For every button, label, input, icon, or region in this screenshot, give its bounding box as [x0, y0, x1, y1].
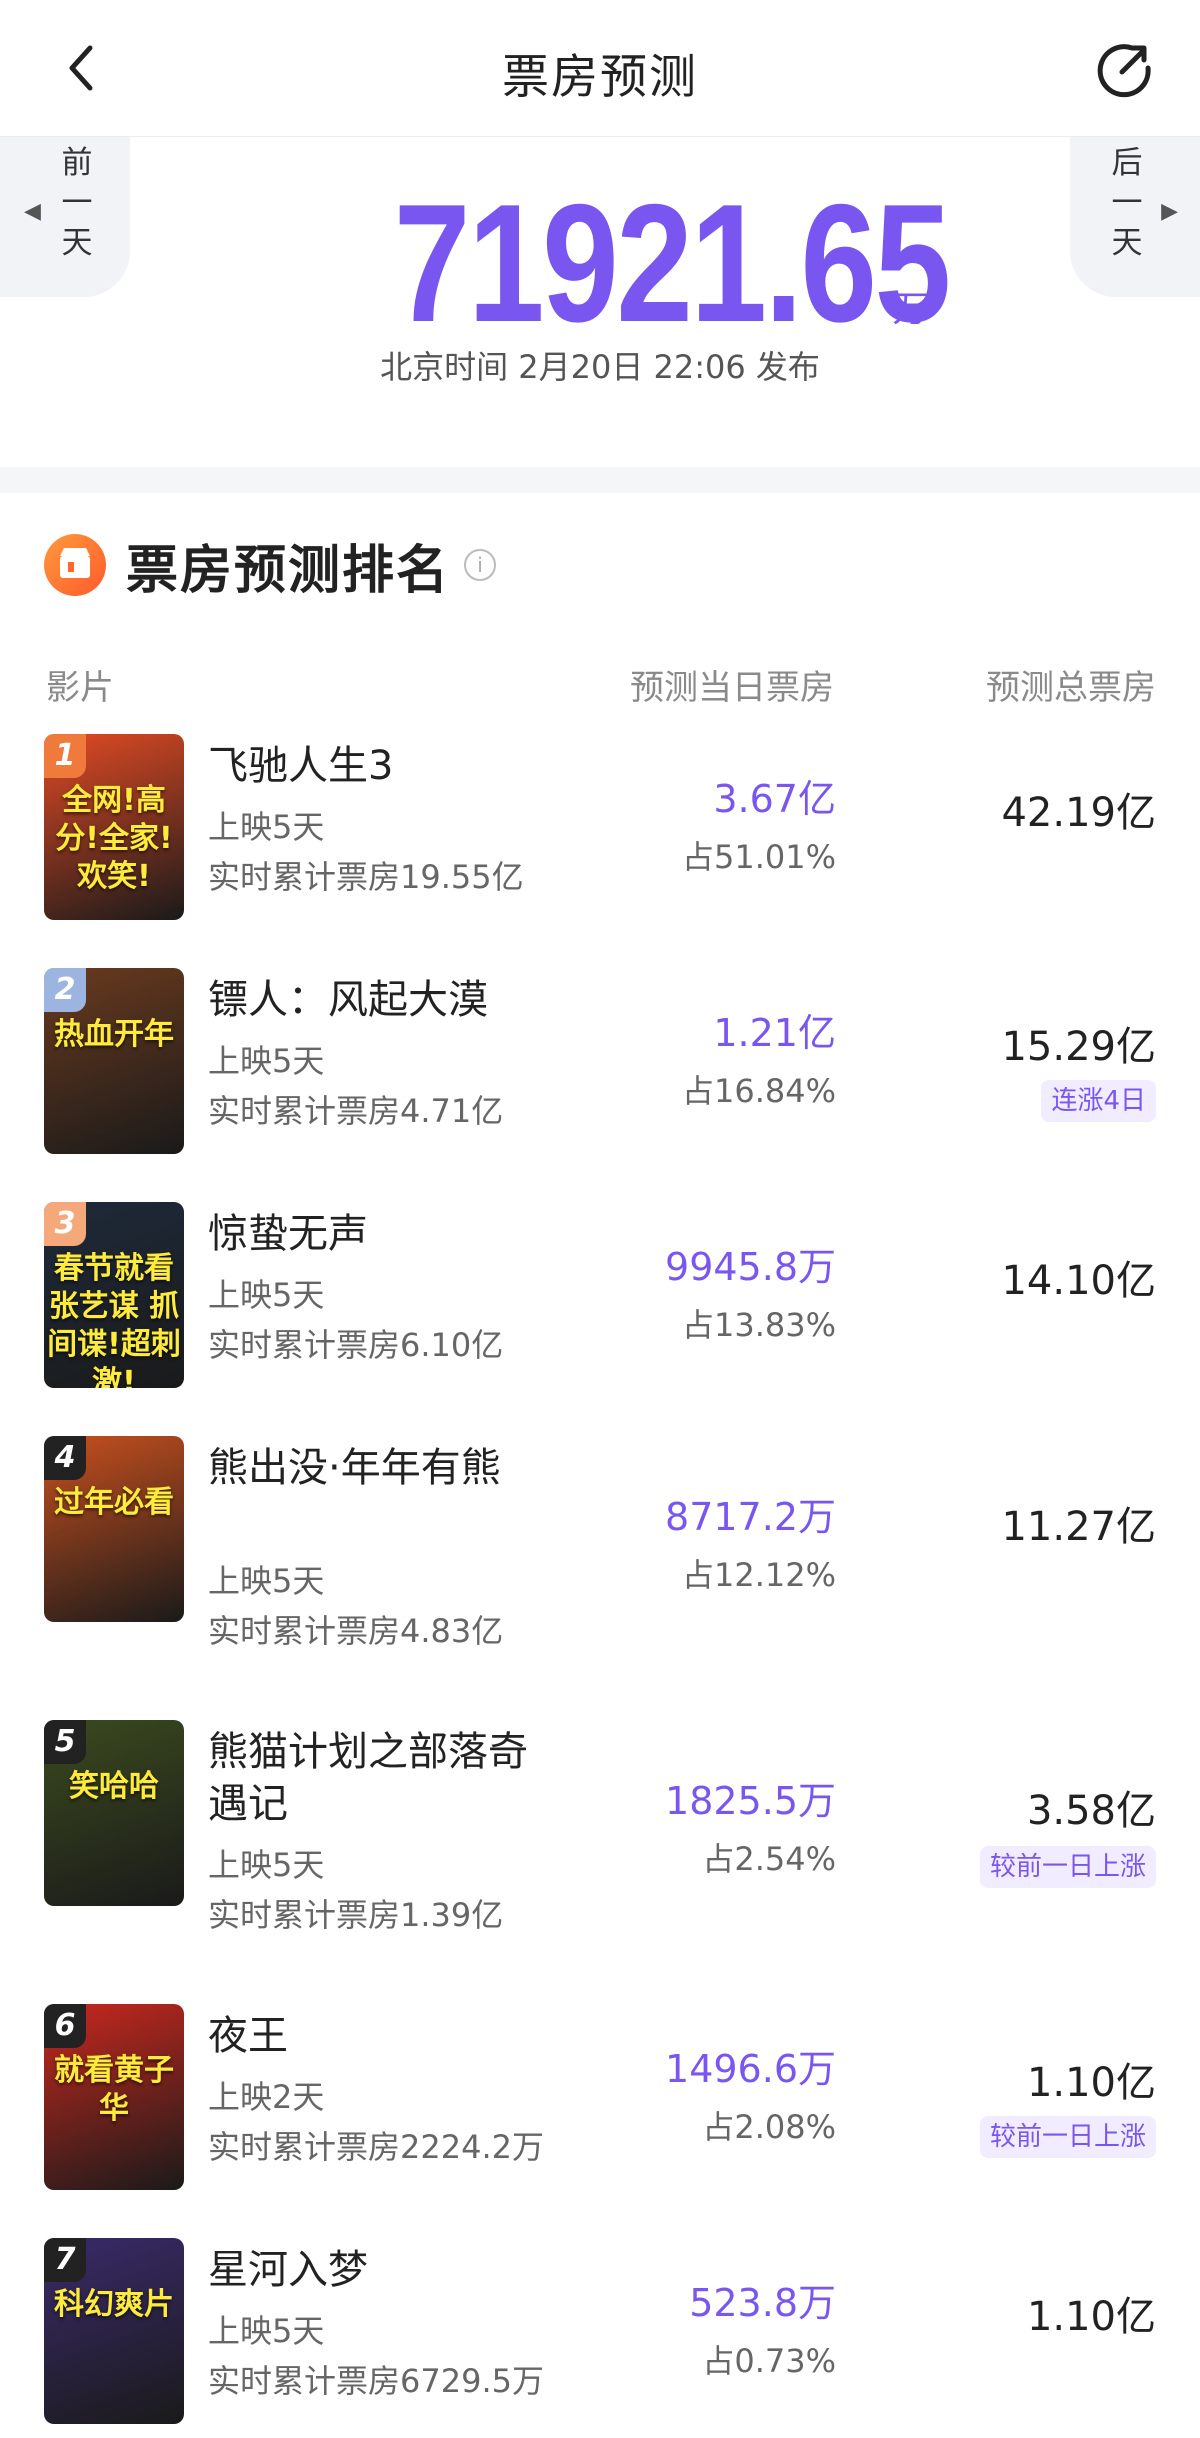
ranking-row[interactable]: 3 春节就看张艺谋 抓间谍!超刺激! 惊蛰无声 上映5天 实时累计票房6.10亿…	[0, 1202, 1200, 1402]
movie-release-days: 上映2天	[208, 2078, 325, 2116]
daily-share: 占12.12%	[681, 1556, 836, 1594]
movie-poster[interactable]: 5 笑哈哈	[44, 1720, 184, 1906]
movie-cumulative: 实时累计票房1.39亿	[208, 1896, 504, 1934]
movie-release-days: 上映5天	[208, 1042, 325, 1080]
column-header-daily: 预测当日票房	[630, 668, 834, 708]
predicted-total-box: 3.58亿	[1026, 1788, 1156, 1834]
daily-share: 占13.83%	[681, 1306, 836, 1344]
poster-slogan: 全网!高分!全家!欢笑!	[55, 783, 173, 894]
ranking-header: 票房预测排名 i	[44, 530, 497, 601]
movie-release-days: 上映5天	[208, 1562, 325, 1600]
predicted-total-box: 42.19亿	[1001, 790, 1156, 836]
movie-poster[interactable]: 4 过年必看	[44, 1436, 184, 1622]
movie-release-days: 上映5天	[208, 808, 325, 846]
rank-badge: 3	[44, 1202, 86, 1246]
movie-title[interactable]: 镖人：风起大漠	[208, 974, 538, 1026]
trend-tag: 较前一日上涨	[979, 1846, 1156, 1888]
movie-cumulative: 实时累计票房4.71亿	[208, 1092, 504, 1130]
movie-title[interactable]: 熊猫计划之部落奇遇记	[208, 1726, 538, 1830]
rank-badge: 4	[44, 1436, 86, 1480]
column-header-total: 预测总票房	[986, 668, 1156, 708]
rank-badge: 2	[44, 968, 86, 1012]
poster-slogan: 春节就看张艺谋 抓间谍!超刺激!	[47, 1251, 181, 1388]
movie-cumulative: 实时累计票房6729.5万	[208, 2362, 544, 2400]
rank-badge: 1	[44, 734, 86, 778]
predicted-daily-box: 1496.6万	[665, 2047, 836, 2091]
publish-time: 北京时间 2月20日 22:06 发布	[380, 348, 820, 386]
movie-release-days: 上映5天	[208, 1846, 325, 1884]
rank-badge: 6	[44, 2004, 86, 2048]
poster-slogan: 科幻爽片	[54, 2287, 174, 2322]
share-icon[interactable]	[1092, 38, 1156, 102]
predicted-total-box: 1.10亿	[1026, 2060, 1156, 2106]
info-icon[interactable]: i	[464, 549, 497, 581]
movie-release-days: 上映5天	[208, 1276, 325, 1314]
predicted-total-box: 14.10亿	[1001, 1258, 1156, 1304]
box-office-summary: ◀ 前 一 天 后 一 天 ▶ 71921.65万 北京时间 2月20日 22:…	[0, 137, 1200, 467]
movie-poster[interactable]: 7 科幻爽片	[44, 2238, 184, 2424]
daily-share: 占0.73%	[702, 2342, 836, 2380]
movie-poster[interactable]: 1 全网!高分!全家!欢笑!	[44, 734, 184, 920]
predicted-daily-box: 8717.2万	[665, 1495, 836, 1539]
column-header-movie: 影片	[46, 668, 114, 708]
daily-share: 占2.54%	[702, 1840, 836, 1878]
movie-cumulative: 实时累计票房6.10亿	[208, 1326, 504, 1364]
movie-cumulative: 实时累计票房2224.2万	[208, 2128, 544, 2166]
nav-bar: 票房预测	[0, 0, 1200, 137]
movie-release-days: 上映5天	[208, 2312, 325, 2350]
ranking-title: 票房预测排名	[126, 540, 451, 601]
poster-slogan: 笑哈哈	[69, 1769, 159, 1804]
film-logo-icon	[44, 534, 106, 596]
predicted-total-box: 11.27亿	[1001, 1504, 1156, 1550]
ranking-row[interactable]: 5 笑哈哈 熊猫计划之部落奇遇记 上映5天 实时累计票房1.39亿 1825.5…	[0, 1720, 1200, 1980]
movie-title[interactable]: 飞驰人生3	[208, 740, 538, 792]
movie-title[interactable]: 夜王	[208, 2010, 538, 2062]
predicted-daily-box: 3.67亿	[713, 777, 836, 821]
predicted-daily-box: 1.21亿	[713, 1011, 836, 1055]
movie-title[interactable]: 熊出没·年年有熊	[208, 1442, 538, 1494]
total-box-office: 71921.65	[393, 169, 950, 357]
rank-badge: 7	[44, 2238, 86, 2282]
daily-share: 占2.08%	[702, 2108, 836, 2146]
trend-tag: 较前一日上涨	[979, 2116, 1156, 2158]
ranking-row[interactable]: 4 过年必看 熊出没·年年有熊 上映5天 实时累计票房4.83亿 8717.2万…	[0, 1436, 1200, 1696]
ranking-row[interactable]: 2 热血开年 镖人：风起大漠 上映5天 实时累计票房4.71亿 1.21亿 占1…	[0, 968, 1200, 1168]
movie-poster[interactable]: 6 就看黄子华	[44, 2004, 184, 2190]
section-divider	[0, 467, 1200, 493]
ranking-row[interactable]: 7 科幻爽片 星河入梦 上映5天 实时累计票房6729.5万 523.8万 占0…	[0, 2238, 1200, 2438]
predicted-daily-box: 1825.5万	[665, 1779, 836, 1823]
predicted-daily-box: 9945.8万	[665, 1245, 836, 1289]
daily-share: 占16.84%	[681, 1072, 836, 1110]
poster-slogan: 过年必看	[54, 1485, 174, 1520]
movie-cumulative: 实时累计票房19.55亿	[208, 858, 524, 896]
poster-slogan: 热血开年	[54, 1017, 174, 1052]
predicted-daily-box: 523.8万	[689, 2281, 836, 2325]
daily-share: 占51.01%	[681, 838, 836, 876]
movie-cumulative: 实时累计票房4.83亿	[208, 1612, 504, 1650]
movie-title[interactable]: 惊蛰无声	[208, 1208, 538, 1260]
poster-slogan: 就看黄子华	[54, 2053, 174, 2126]
predicted-total-box: 15.29亿	[1001, 1024, 1156, 1070]
movie-poster[interactable]: 2 热血开年	[44, 968, 184, 1154]
predicted-total-box: 1.10亿	[1026, 2294, 1156, 2340]
rank-badge: 5	[44, 1720, 86, 1764]
ranking-row[interactable]: 6 就看黄子华 夜王 上映2天 实时累计票房2224.2万 1496.6万 占2…	[0, 2004, 1200, 2204]
movie-title[interactable]: 星河入梦	[208, 2244, 538, 2296]
page-title: 票房预测	[502, 50, 698, 105]
trend-tag: 连涨4日	[1041, 1080, 1156, 1122]
ranking-row[interactable]: 1 全网!高分!全家!欢笑! 飞驰人生3 上映5天 实时累计票房19.55亿 3…	[0, 734, 1200, 934]
movie-poster[interactable]: 3 春节就看张艺谋 抓间谍!超刺激!	[44, 1202, 184, 1388]
